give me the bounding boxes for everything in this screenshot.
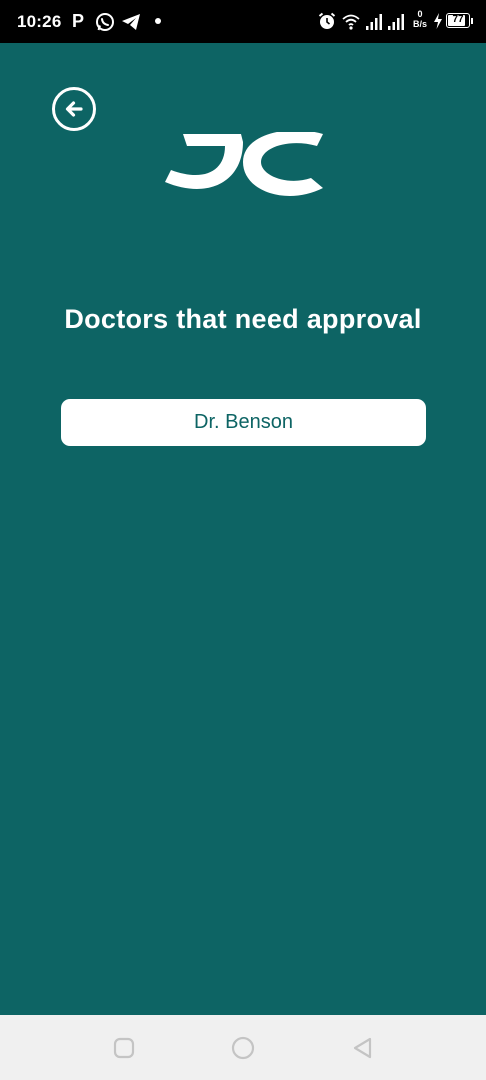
p-indicator: P xyxy=(72,11,85,31)
notification-dot-icon xyxy=(155,18,161,24)
alarm-icon xyxy=(318,12,336,29)
battery-tip xyxy=(471,18,473,24)
battery-indicator: 77 xyxy=(446,13,470,28)
network-speed-unit: B/s xyxy=(412,19,427,29)
signal-icon xyxy=(366,14,382,30)
system-nav-bar xyxy=(0,1015,486,1080)
screen: 10:26 P 0 B/s 77 Doctors that need appro… xyxy=(0,0,486,1080)
signal-icon xyxy=(388,14,404,30)
charging-icon xyxy=(434,13,442,29)
network-speed-value: 0 xyxy=(417,9,423,19)
network-speed: 0 B/s xyxy=(409,9,431,29)
doctor-name: Dr. Benson xyxy=(194,411,293,433)
battery-level: 77 xyxy=(452,14,464,25)
status-bar: 10:26 P 0 B/s 77 xyxy=(0,0,486,43)
arrow-left-circle-icon xyxy=(65,101,83,117)
whatsapp-icon xyxy=(96,13,114,31)
jc-logo xyxy=(165,132,323,196)
back-button[interactable] xyxy=(52,87,96,131)
circle-icon[interactable] xyxy=(231,1036,255,1060)
square-icon[interactable] xyxy=(112,1036,136,1060)
page-title: Doctors that need approval xyxy=(64,304,422,334)
wifi-icon xyxy=(342,14,360,30)
telegram-icon xyxy=(122,14,140,30)
doctor-item-button[interactable]: Dr. Benson xyxy=(61,399,426,446)
status-time: 10:26 xyxy=(17,12,62,31)
triangle-back-icon[interactable] xyxy=(351,1036,375,1060)
